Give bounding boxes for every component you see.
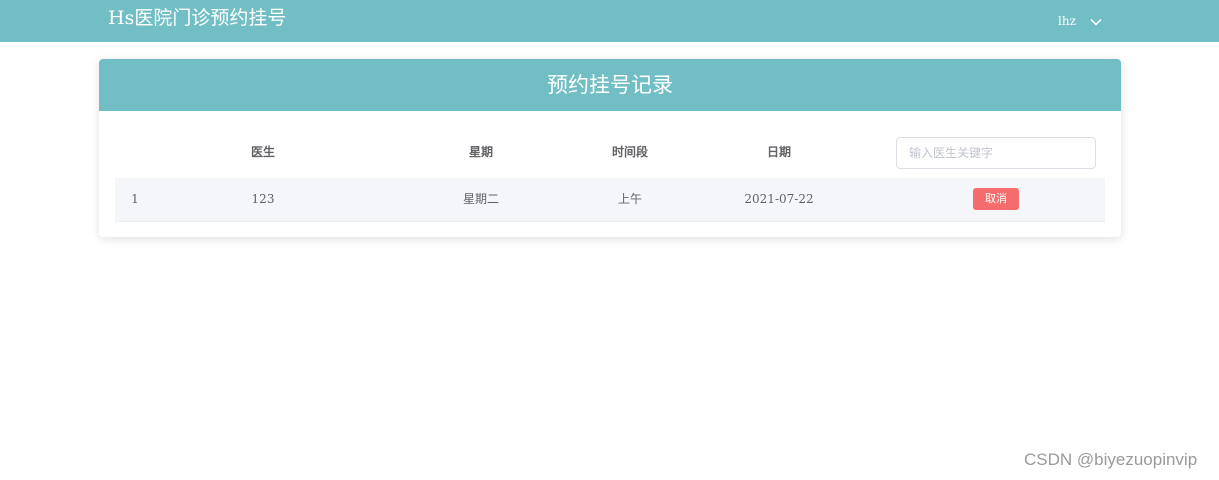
cancel-appointment-button[interactable]: 取消 [973,188,1019,210]
row-doctor: 123 [251,192,275,206]
app-title: Hs医院门诊预约挂号 [108,7,287,29]
row-period: 上午 [617,192,642,206]
card-header: 预约挂号记录 [99,59,1121,111]
watermark: CSDN @biyezuopinvip [1024,450,1198,469]
user-name: lhz [1058,14,1076,28]
column-header-weekday: 星期 [468,145,493,159]
column-header-doctor: 医生 [250,145,275,159]
row-weekday: 星期二 [462,192,499,206]
top-navbar: Hs医院门诊预约挂号 lhz [0,0,1219,42]
column-header-period: 时间段 [611,145,648,159]
chevron-down-icon [1089,14,1103,28]
user-menu-dropdown[interactable]: lhz [1058,11,1103,31]
appointment-records-card: 预约挂号记录 医生 星期 时间段 日期 1 123 星期二 上午 2021-07… [99,59,1121,237]
row-index: 1 [131,192,139,206]
doctor-search-input[interactable] [896,137,1096,169]
table-header: 医生 星期 时间段 日期 [115,137,1105,177]
appointment-table: 医生 星期 时间段 日期 1 123 星期二 上午 2021-07-22 取消 [115,137,1105,222]
table-row: 1 123 星期二 上午 2021-07-22 取消 [115,178,1105,222]
column-header-date: 日期 [766,145,791,159]
card-title: 预约挂号记录 [547,73,673,97]
row-date: 2021-07-22 [744,192,814,206]
